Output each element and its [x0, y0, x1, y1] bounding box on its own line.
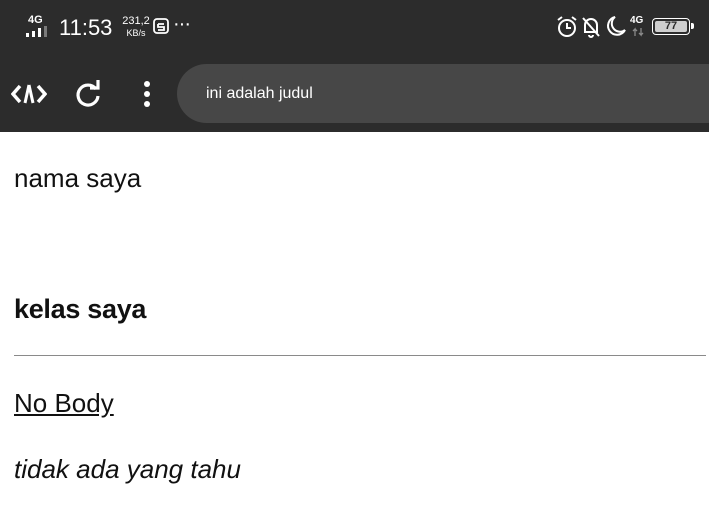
network-type: 4G	[28, 14, 43, 26]
network-type-2: 4G	[630, 15, 644, 26]
network-speed-value: 231,2	[122, 15, 150, 27]
bell-off-icon	[582, 17, 600, 38]
horizontal-rule	[14, 355, 706, 356]
snapchat-icon	[153, 18, 169, 34]
class-heading: kelas saya	[14, 294, 147, 324]
view-source-button[interactable]	[11, 78, 47, 110]
network-indicator-2: 4G	[629, 16, 647, 38]
more-notifications: ···	[173, 13, 191, 35]
clock-time: 11:53	[59, 15, 113, 40]
battery-nub	[691, 23, 694, 29]
menu-button[interactable]	[129, 78, 165, 110]
network-indicator: 4G	[26, 14, 54, 38]
code-icon	[11, 84, 47, 104]
moon-icon	[607, 16, 626, 36]
name-paragraph: nama saya	[14, 163, 142, 193]
reload-button[interactable]	[70, 78, 106, 110]
underlined-text: No Body	[14, 388, 114, 418]
page-content: nama saya kelas saya No Body tidak ada y…	[0, 132, 709, 507]
network-speed: 231,2 KB/s	[118, 15, 154, 39]
status-bar: 4G 11:53 231,2 KB/s ··· 4G 77	[0, 0, 709, 56]
signal-icon	[26, 26, 47, 37]
data-arrows-icon	[632, 27, 644, 37]
battery-icon: 77	[652, 18, 694, 35]
battery-level: 77	[655, 21, 687, 32]
address-bar-text: ini adalah judul	[206, 85, 313, 102]
address-bar[interactable]: ini adalah judul	[177, 64, 709, 123]
alarm-icon	[557, 16, 577, 37]
italic-text: tidak ada yang tahu	[14, 454, 241, 484]
more-vertical-icon	[144, 81, 150, 107]
browser-toolbar: ini adalah judul	[0, 56, 709, 132]
reload-icon	[76, 80, 100, 107]
network-speed-unit: KB/s	[126, 28, 146, 38]
